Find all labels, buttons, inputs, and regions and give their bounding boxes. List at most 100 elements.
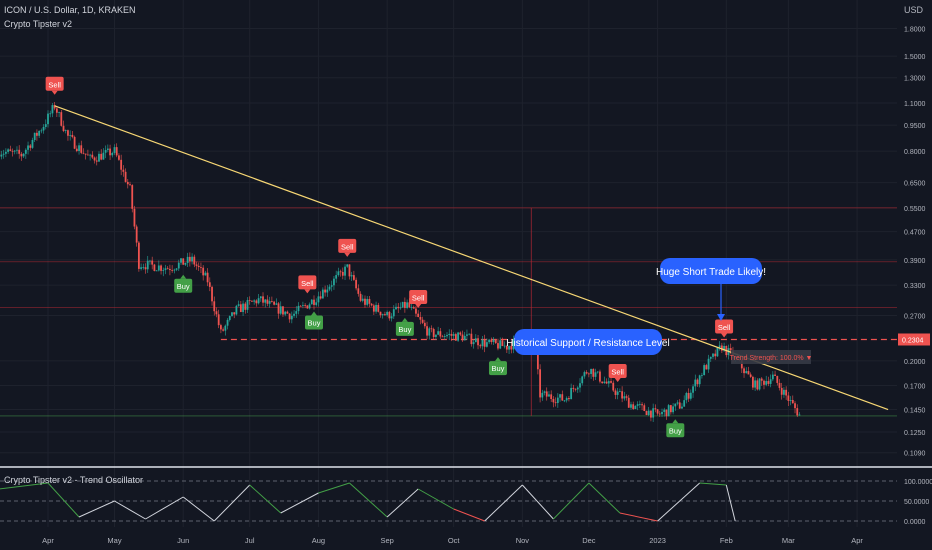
candle-body [543,391,546,393]
candle-body [758,378,761,390]
candle-body [235,305,238,315]
candle-body [144,267,147,270]
candle-body [155,270,158,272]
candle-body [259,296,262,299]
candle-body [581,376,584,384]
candle-body [69,134,72,136]
candle-body [157,265,160,271]
candle-body [44,124,47,127]
candle-body [73,136,76,149]
candle-body [255,300,258,304]
candle-body [11,150,14,152]
candle-body [135,226,138,243]
candle-body [545,391,548,397]
time-tick-label: Jun [177,536,189,545]
candle-body [359,293,362,301]
candle-body [98,153,100,162]
candle-body [364,298,366,305]
candle-body [397,306,400,309]
candle-body [696,379,699,385]
candle-body [621,391,624,399]
candle-body [339,271,342,273]
callout-text: Historical Support / Resistance Level [506,338,669,349]
support-resistance-callout: Historical Support / Resistance Level [506,329,670,355]
candle-body [333,278,335,286]
candle-body [492,339,495,343]
candle-body [197,265,200,268]
candle-body [89,154,92,156]
candle-body [678,402,681,409]
candle-body [200,267,202,268]
candle-body [253,300,256,302]
oscillator-tick-label: 0.0000 [904,519,926,526]
candle-body [310,299,313,305]
candle-body [596,371,599,373]
candle-body [353,275,355,280]
candle-body [497,343,499,349]
candle-body [474,338,477,343]
candle-body [375,304,377,312]
candle-body [9,149,12,151]
buy-label: Buy [669,426,682,435]
candle-body [104,149,107,153]
candle-body [162,269,165,271]
candle-body [204,272,207,276]
candle-body [317,296,320,303]
candle-body [501,340,504,347]
trading-chart[interactable]: SellSellSellSellSellSellBuyBuyBuyBuyBuy … [0,0,932,550]
sell-label: Sell [718,323,731,332]
candle-body [754,380,757,388]
candle-body [563,400,566,402]
price-tick-label: 0.8000 [904,149,926,156]
candle-body [463,335,466,341]
candle-body [601,381,604,384]
candle-body [694,379,697,387]
candle-body [421,319,424,323]
candle-body [106,148,109,150]
candle-body [395,306,397,310]
candle-body [785,389,788,396]
candle-body [171,269,174,271]
candle-body [636,404,639,406]
candle-body [499,340,502,349]
candle-body [763,380,765,385]
time-tick-label: Oct [448,536,461,545]
candle-body [479,345,482,347]
candle-body [461,334,464,341]
candle-body [326,289,329,293]
candle-body [277,303,280,314]
candle-body [264,299,267,303]
candle-body [226,319,229,326]
candle-body [692,386,694,393]
candle-body [140,267,142,269]
candle-body [559,394,561,398]
candle-body [572,387,575,389]
candle-body [384,314,386,316]
price-tick-label: 0.1250 [904,430,926,437]
candle-body [129,184,131,186]
candle-body [650,410,652,418]
candle-body [160,265,162,271]
price-tick-label: 0.3300 [904,283,926,290]
candle-body [661,411,663,415]
candle-body [195,264,198,266]
candle-body [446,334,448,337]
candle-body [470,333,473,345]
candle-body [605,381,608,384]
candle-body [709,356,712,359]
price-tick-label: 0.1090 [904,451,926,458]
candle-body [330,285,333,287]
candle-body [645,410,648,416]
candle-body [40,130,43,132]
candle-body [257,298,260,304]
candle-body [776,375,779,383]
candle-body [313,299,315,305]
candle-body [794,403,796,409]
candle-body [658,413,661,415]
candle-body [774,374,776,376]
candle-body [592,368,595,377]
candle-body [674,403,677,407]
candle-body [284,311,287,315]
candle-body [552,399,555,403]
candle-body [231,312,233,317]
